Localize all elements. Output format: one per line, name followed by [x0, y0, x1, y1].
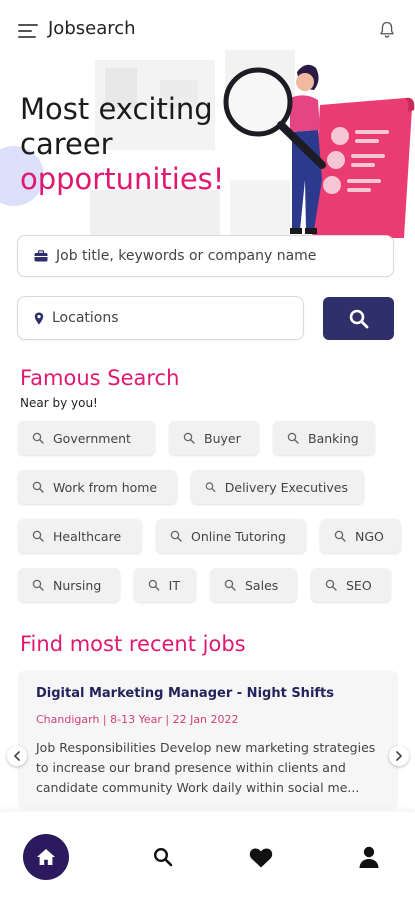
hero-banner: Most exciting career opportunities!: [0, 50, 415, 240]
chip-label: Work from home: [53, 479, 158, 495]
location-pin-icon: [34, 312, 44, 324]
keyword-placeholder: Job title, keywords or company name: [56, 248, 317, 264]
search-icon: [287, 432, 299, 444]
search-icon: [224, 579, 236, 591]
chip-label: NGO: [355, 528, 384, 544]
carousel-prev-button[interactable]: [7, 746, 27, 766]
famous-search-chips: Government Buyer Banking Work from home …: [18, 421, 403, 617]
chip-label: Government: [53, 430, 131, 446]
search-icon: [32, 481, 44, 493]
chip-label: Nursing: [53, 577, 102, 593]
user-icon: [359, 846, 379, 868]
chip-sales[interactable]: Sales: [210, 568, 297, 602]
search-icon: [148, 579, 160, 591]
search-icon: [349, 309, 368, 328]
search-icon: [325, 579, 337, 591]
chip-row: Government Buyer Banking: [18, 421, 403, 457]
chip-ngo[interactable]: NGO: [320, 519, 401, 553]
location-placeholder: Locations: [52, 310, 119, 326]
hero-line-1: Most exciting: [20, 92, 213, 126]
search-button[interactable]: [323, 297, 394, 340]
job-meta: Chandigarh | 8-13 Year | 22 Jan 2022: [36, 713, 239, 726]
job-card[interactable]: Digital Marketing Manager - Night Shifts…: [18, 670, 398, 810]
nav-profile-button[interactable]: [346, 834, 392, 880]
recent-jobs-title: Find most recent jobs: [20, 632, 246, 656]
chip-label: Sales: [245, 577, 279, 593]
search-icon: [334, 530, 346, 542]
heart-icon: [249, 847, 273, 867]
chip-label: Healthcare: [53, 528, 122, 544]
hero-line-3: opportunities!: [20, 162, 225, 196]
search-icon: [153, 847, 173, 867]
search-icon: [32, 530, 44, 542]
nav-home-button[interactable]: [23, 834, 69, 880]
chip-it[interactable]: IT: [134, 568, 196, 602]
famous-search-title: Famous Search: [20, 366, 180, 390]
chip-row: Healthcare Online Tutoring NGO: [18, 519, 403, 555]
chevron-left-icon: [14, 751, 20, 761]
search-icon: [183, 432, 195, 444]
keyword-search-input[interactable]: Job title, keywords or company name: [17, 235, 394, 277]
chip-row: Work from home Delivery Executives: [18, 470, 403, 506]
chip-label: Delivery Executives: [224, 479, 348, 495]
famous-search-subtitle: Near by you!: [20, 396, 98, 410]
chip-online-tutoring[interactable]: Online Tutoring: [156, 519, 306, 553]
chip-healthcare[interactable]: Healthcare: [18, 519, 142, 553]
chip-government[interactable]: Government: [18, 421, 155, 455]
chip-label: Buyer: [204, 430, 241, 446]
chip-buyer[interactable]: Buyer: [169, 421, 259, 455]
chip-work-from-home[interactable]: Work from home: [18, 470, 177, 504]
chip-label: Banking: [308, 430, 359, 446]
nav-search-button[interactable]: [140, 834, 186, 880]
chevron-right-icon: [396, 751, 402, 761]
app-title: Jobsearch: [48, 18, 136, 39]
chip-banking[interactable]: Banking: [273, 421, 375, 455]
chip-row: Nursing IT Sales SEO: [18, 568, 403, 604]
search-icon: [205, 482, 216, 493]
location-search-input[interactable]: Locations: [17, 296, 304, 340]
menu-icon[interactable]: [18, 24, 38, 38]
hero-line-2: career: [20, 127, 113, 161]
briefcase-icon: [34, 250, 48, 262]
bell-icon[interactable]: [377, 20, 397, 40]
chip-seo[interactable]: SEO: [311, 568, 391, 602]
chip-label: SEO: [346, 577, 372, 593]
nav-favorites-button[interactable]: [238, 834, 284, 880]
carousel-next-button[interactable]: [389, 746, 409, 766]
job-title[interactable]: Digital Marketing Manager - Night Shifts: [36, 686, 382, 701]
hero-title: Most exciting career opportunities!: [20, 92, 224, 197]
search-icon: [32, 579, 44, 591]
chip-delivery-executives[interactable]: Delivery Executives: [191, 470, 364, 504]
chip-nursing[interactable]: Nursing: [18, 568, 120, 602]
chip-label: Online Tutoring: [191, 528, 286, 544]
search-icon: [170, 530, 182, 542]
home-icon: [37, 849, 55, 865]
bottom-navigation: [0, 812, 415, 900]
job-description: Job Responsibilities Develop new marketi…: [36, 740, 376, 795]
chip-label: IT: [168, 577, 180, 593]
search-icon: [32, 432, 44, 444]
